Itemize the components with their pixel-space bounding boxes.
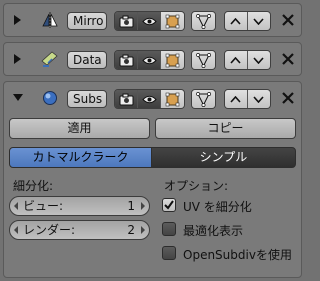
copy-button[interactable]: コピー [155, 118, 296, 139]
cage-toggle-group [191, 89, 216, 109]
modifier-name-field[interactable]: Data [67, 51, 107, 69]
editmode-icon [165, 14, 180, 28]
expand-arrow-icon[interactable] [14, 15, 21, 25]
use-opensubdiv-label: OpenSubdivを使用 [183, 248, 292, 262]
eye-icon [141, 17, 157, 25]
decrement-arrow-icon[interactable] [14, 226, 18, 234]
cage-toggle-group [191, 50, 216, 70]
cage-toggle-group [191, 11, 216, 31]
move-buttons [224, 11, 271, 31]
modifier-name-field[interactable]: Subs [67, 90, 107, 108]
modifier-panel-data: Data [3, 42, 302, 76]
camera-icon [119, 54, 133, 66]
move-up-button[interactable] [225, 90, 248, 108]
uv-subdivide-checkbox[interactable] [162, 198, 176, 212]
visibility-toggles [114, 11, 185, 31]
render-toggle[interactable] [115, 51, 138, 69]
cage-toggle[interactable] [192, 12, 215, 30]
visibility-toggles [114, 89, 185, 109]
expand-arrow-icon[interactable] [14, 54, 21, 64]
view-levels-field[interactable]: ビュー: 1 [9, 196, 150, 216]
increment-arrow-icon[interactable] [141, 202, 145, 210]
editmode-toggle[interactable] [161, 51, 184, 69]
move-buttons [224, 89, 271, 109]
viewport-toggle[interactable] [138, 51, 161, 69]
move-buttons [224, 50, 271, 70]
apply-button[interactable]: 適用 [9, 118, 150, 139]
close-icon[interactable] [281, 13, 295, 27]
eye-icon [141, 56, 157, 64]
subdivisions-label: 細分化: [13, 179, 54, 193]
optimal-display-label: 最適化表示 [183, 224, 244, 238]
render-levels-field[interactable]: レンダー: 2 [9, 220, 150, 240]
triangle-down-icon [253, 56, 264, 64]
optimal-display-checkbox[interactable] [162, 222, 176, 236]
triangle-up-icon [230, 95, 241, 103]
move-down-button[interactable] [247, 90, 270, 108]
cage-toggle[interactable] [192, 51, 215, 69]
move-down-button[interactable] [247, 12, 270, 30]
move-up-button[interactable] [225, 51, 248, 69]
options-label: オプション: [164, 179, 229, 193]
algorithm-catmull-clark[interactable]: カトマルクラーク [9, 147, 152, 168]
modifier-header: Mirro [4, 4, 301, 36]
data-transfer-modifier-icon [41, 51, 58, 67]
render-levels-label: レンダー: [23, 223, 76, 237]
algorithm-simple[interactable]: シンプル [151, 147, 296, 168]
move-up-button[interactable] [225, 12, 248, 30]
decrement-arrow-icon[interactable] [14, 202, 18, 210]
increment-arrow-icon[interactable] [141, 226, 145, 234]
close-icon[interactable] [281, 52, 295, 66]
render-levels-value: 2 [127, 223, 135, 237]
uv-subdivide-label: UV を細分化 [183, 200, 252, 214]
modifier-name-field[interactable]: Mirro [67, 12, 107, 30]
triangle-down-icon [253, 17, 264, 25]
subsurf-modifier-icon [43, 91, 57, 105]
eye-icon [141, 95, 157, 103]
view-levels-value: 1 [127, 199, 135, 213]
render-toggle[interactable] [115, 12, 138, 30]
triangle-up-icon [230, 56, 241, 64]
triangle-up-icon [230, 17, 241, 25]
triangle-down-icon [253, 95, 264, 103]
collapse-arrow-icon[interactable] [13, 94, 23, 101]
vertex-triangle-icon [196, 91, 211, 107]
modifier-header: Data [4, 43, 301, 75]
editmode-icon [165, 92, 180, 106]
mirror-modifier-icon [42, 12, 58, 28]
cage-toggle[interactable] [192, 90, 215, 108]
render-toggle[interactable] [115, 90, 138, 108]
editmode-icon [165, 53, 180, 67]
view-levels-label: ビュー: [23, 199, 64, 213]
use-opensubdiv-checkbox[interactable] [162, 246, 176, 260]
camera-icon [119, 93, 133, 105]
move-down-button[interactable] [247, 51, 270, 69]
camera-icon [119, 15, 133, 27]
visibility-toggles [114, 50, 185, 70]
editmode-toggle[interactable] [161, 90, 184, 108]
close-icon[interactable] [281, 91, 295, 105]
modifier-panel-mirror: Mirro [3, 3, 302, 37]
editmode-toggle[interactable] [161, 12, 184, 30]
modifier-panel-subsurf: Subs 適用 コピー カトマルクラーク シンプル 細分化: オプション: ビュ… [3, 81, 302, 278]
viewport-toggle[interactable] [138, 90, 161, 108]
vertex-triangle-icon [196, 13, 211, 29]
viewport-toggle[interactable] [138, 12, 161, 30]
checkmark-icon [164, 200, 174, 210]
modifier-header: Subs [4, 82, 301, 114]
vertex-triangle-icon [196, 52, 211, 68]
